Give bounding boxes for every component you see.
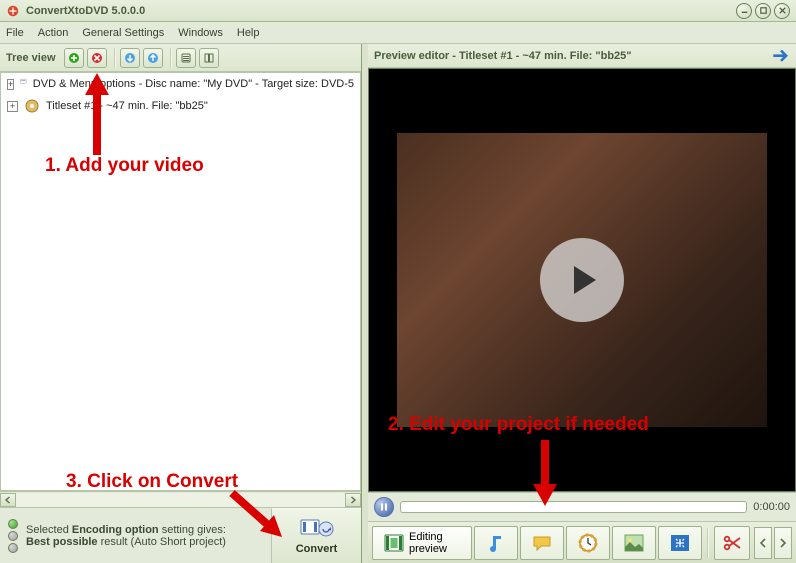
cut-prev-button[interactable] bbox=[754, 527, 772, 559]
dvd-icon bbox=[20, 76, 27, 92]
convert-button-label: Convert bbox=[296, 543, 338, 555]
tree-row-dvd-options[interactable]: + DVD & Menu options - Disc name: "My DV… bbox=[1, 73, 360, 95]
tab-cut[interactable] bbox=[714, 526, 750, 560]
minimize-button[interactable] bbox=[736, 3, 752, 19]
window-title: ConvertXtoDVD 5.0.0.0 bbox=[26, 5, 736, 17]
menu-help[interactable]: Help bbox=[237, 27, 260, 39]
cut-next-button[interactable] bbox=[774, 527, 792, 559]
close-button[interactable] bbox=[774, 3, 790, 19]
scroll-right-button[interactable] bbox=[345, 493, 361, 507]
project-tree[interactable]: + DVD & Menu options - Disc name: "My DV… bbox=[0, 72, 361, 491]
tab-editing-preview[interactable]: Editing preview bbox=[372, 526, 472, 560]
tab-label: Editing preview bbox=[409, 531, 461, 555]
tree-row-label: Titleset #1 - ~47 min. File: "bb25" bbox=[46, 100, 208, 112]
tab-chapters[interactable] bbox=[566, 526, 610, 560]
speech-bubble-icon bbox=[531, 532, 553, 554]
screen-icon bbox=[669, 532, 691, 554]
play-button[interactable] bbox=[540, 238, 624, 322]
tab-output[interactable] bbox=[658, 526, 702, 560]
clock-icon bbox=[577, 532, 599, 554]
playback-progress[interactable] bbox=[400, 501, 747, 513]
app-icon bbox=[6, 4, 20, 18]
scissors-icon bbox=[721, 532, 743, 554]
expand-toggle[interactable]: + bbox=[7, 101, 18, 112]
tree-horizontal-scrollbar[interactable] bbox=[0, 491, 361, 507]
tab-audio[interactable] bbox=[474, 526, 518, 560]
menu-general-settings[interactable]: General Settings bbox=[82, 27, 164, 39]
view-list-button[interactable] bbox=[176, 48, 196, 68]
convert-button[interactable]: Convert bbox=[271, 508, 361, 563]
move-up-button[interactable] bbox=[143, 48, 163, 68]
encoding-status: Selected Encoding option setting gives: … bbox=[0, 508, 271, 563]
convert-icon bbox=[300, 517, 334, 541]
tree-row-titleset[interactable]: + Titleset #1 - ~47 min. File: "bb25" bbox=[1, 95, 360, 117]
add-button[interactable] bbox=[64, 48, 84, 68]
view-columns-button[interactable] bbox=[199, 48, 219, 68]
film-icon bbox=[383, 532, 405, 554]
annotation-1: 1. Add your video bbox=[45, 155, 204, 177]
tab-image[interactable] bbox=[612, 526, 656, 560]
remove-button[interactable] bbox=[87, 48, 107, 68]
quality-indicator bbox=[8, 519, 18, 553]
tree-view-label: Tree view bbox=[6, 52, 56, 64]
tab-subtitles[interactable] bbox=[520, 526, 564, 560]
expand-toggle[interactable]: + bbox=[7, 79, 14, 90]
encoding-status-text: Selected Encoding option setting gives: … bbox=[26, 524, 226, 548]
pause-button[interactable] bbox=[374, 497, 394, 517]
maximize-button[interactable] bbox=[755, 3, 771, 19]
menu-file[interactable]: File bbox=[6, 27, 24, 39]
menu-windows[interactable]: Windows bbox=[178, 27, 223, 39]
preview-title: Preview editor - Titleset #1 - ~47 min. … bbox=[374, 50, 772, 62]
playback-time: 0:00:00 bbox=[753, 501, 790, 513]
tree-row-label: DVD & Menu options - Disc name: "My DVD"… bbox=[33, 78, 354, 90]
video-preview[interactable] bbox=[368, 68, 796, 492]
picture-icon bbox=[623, 532, 645, 554]
preview-next-button[interactable] bbox=[772, 48, 790, 64]
menu-action[interactable]: Action bbox=[38, 27, 69, 39]
scroll-left-button[interactable] bbox=[0, 493, 16, 507]
titleset-icon bbox=[24, 98, 40, 114]
music-note-icon bbox=[485, 532, 507, 554]
move-down-button[interactable] bbox=[120, 48, 140, 68]
